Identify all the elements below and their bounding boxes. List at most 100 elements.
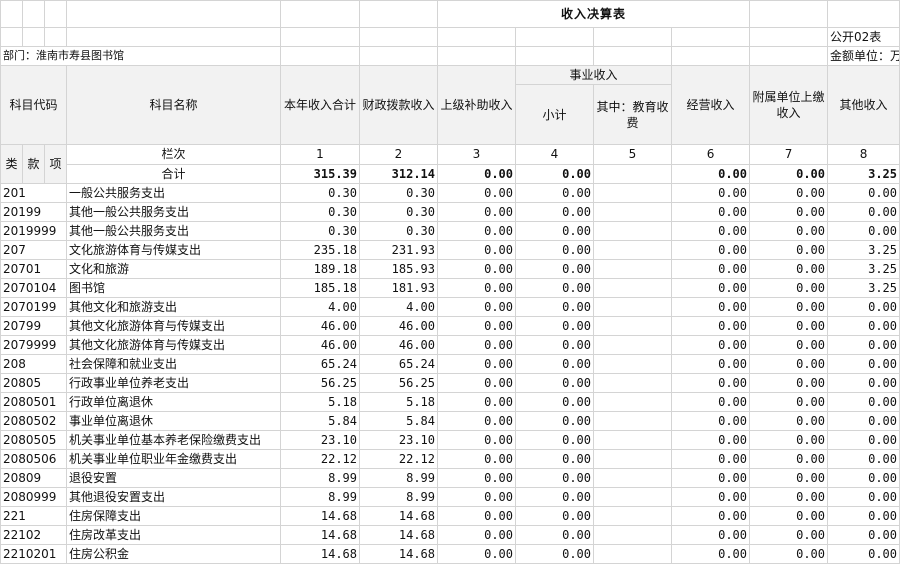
amount-cell: 0.00 xyxy=(437,506,516,526)
amount-cell: 235.18 xyxy=(280,240,360,260)
amount-cell: 0.00 xyxy=(749,202,829,222)
amount-cell: 0.00 xyxy=(827,506,900,526)
table-title: 收入决算表 xyxy=(436,0,751,28)
amount-cell: 5.18 xyxy=(359,392,438,412)
col-num-1: 1 xyxy=(280,144,360,165)
amount-cell: 0.00 xyxy=(437,221,516,241)
header-total: 本年收入合计 xyxy=(280,65,360,145)
amount-cell: 231.93 xyxy=(359,240,438,260)
amount-cell xyxy=(593,202,672,222)
subject-code: 2080999 xyxy=(0,487,67,507)
table-row: 2080506 机关事业单位职业年金缴费支出 22.12 22.12 0.00 0.00 0… xyxy=(0,449,900,469)
amount-cell: 14.68 xyxy=(280,544,360,564)
subject-code: 2210201 xyxy=(0,544,67,564)
amount-cell: 0.00 xyxy=(749,430,829,450)
subject-name: 一般公共服务支出 xyxy=(66,183,281,203)
amount-cell: 0.00 xyxy=(437,468,516,488)
table-row: 20809 退役安置 8.99 8.99 0.00 0.00 0.00 0.00 0.00 xyxy=(0,468,900,488)
amount-cell xyxy=(593,392,672,412)
amount-cell: 14.68 xyxy=(280,506,360,526)
subject-code: 2079999 xyxy=(0,335,67,355)
col-num-6: 6 xyxy=(670,144,751,165)
amount-cell xyxy=(593,487,672,507)
subject-code: 2080505 xyxy=(0,430,67,450)
amount-cell: 0.00 xyxy=(827,544,900,564)
amount-cell xyxy=(593,411,672,431)
col-num-7: 7 xyxy=(749,144,829,165)
amount-cell xyxy=(593,449,672,469)
amount-cell: 0.00 xyxy=(670,278,751,298)
table-row: 20805 行政事业单位养老支出 56.25 56.25 0.00 0.00 0.00 0.0… xyxy=(0,373,900,393)
amount-cell: 0.00 xyxy=(749,316,829,336)
amount-cell: 23.10 xyxy=(280,430,360,450)
amount-cell: 14.68 xyxy=(359,506,438,526)
amount-cell: 3.25 xyxy=(827,240,900,260)
amount-cell: 14.68 xyxy=(359,525,438,545)
header-affiliated: 附属单位上缴收入 xyxy=(749,65,829,145)
amount-cell: 0.00 xyxy=(827,468,900,488)
amount-cell: 0.00 xyxy=(827,430,900,450)
subject-code: 22102 xyxy=(0,525,67,545)
table-row: 22102 住房改革支出 14.68 14.68 0.00 0.00 0.00 0.00 0.0… xyxy=(0,525,900,545)
amount-cell xyxy=(593,183,672,203)
amount-cell: 0.30 xyxy=(280,221,360,241)
amount-cell: 0.00 xyxy=(515,468,594,488)
amount-cell: 0.00 xyxy=(437,278,516,298)
amount-cell: 0.30 xyxy=(359,202,438,222)
col-num-2: 2 xyxy=(359,144,438,165)
total-cell: 0.00 xyxy=(437,163,516,184)
amount-cell: 0.00 xyxy=(670,411,751,431)
amount-cell: 0.00 xyxy=(827,316,900,336)
header-fiscal: 财政拨款收入 xyxy=(359,65,438,145)
amount-cell: 189.18 xyxy=(280,259,360,279)
subject-code: 20199 xyxy=(0,202,67,222)
column-row-label: 栏次 xyxy=(66,144,281,165)
amount-cell: 0.00 xyxy=(515,506,594,526)
total-cell xyxy=(593,163,672,184)
amount-cell: 5.18 xyxy=(280,392,360,412)
amount-cell: 0.00 xyxy=(670,316,751,336)
amount-cell: 0.00 xyxy=(749,506,829,526)
amount-cell: 0.00 xyxy=(515,335,594,355)
amount-cell: 0.00 xyxy=(670,297,751,317)
table-row: 2210201 住房公积金 14.68 14.68 0.00 0.00 0.00 0.00 0.… xyxy=(0,544,900,564)
amount-cell xyxy=(593,297,672,317)
total-cell: 0.00 xyxy=(749,163,829,184)
amount-cell: 0.00 xyxy=(749,411,829,431)
header-subtotal: 小计 xyxy=(515,84,594,145)
amount-cell: 181.93 xyxy=(359,278,438,298)
amount-cell: 3.25 xyxy=(827,259,900,279)
header-lei: 类 xyxy=(0,144,23,184)
amount-cell: 0.00 xyxy=(670,240,751,260)
amount-cell: 8.99 xyxy=(280,487,360,507)
amount-cell: 0.00 xyxy=(437,259,516,279)
amount-cell xyxy=(593,335,672,355)
subject-code: 221 xyxy=(0,506,67,526)
total-cell: 312.14 xyxy=(359,163,438,184)
amount-cell xyxy=(593,544,672,564)
amount-cell: 0.00 xyxy=(749,525,829,545)
amount-cell: 0.00 xyxy=(749,259,829,279)
amount-cell: 0.00 xyxy=(827,392,900,412)
amount-cell: 4.00 xyxy=(359,297,438,317)
subject-name: 行政事业单位养老支出 xyxy=(66,373,281,393)
subject-name: 其他文化和旅游支出 xyxy=(66,297,281,317)
amount-cell: 0.00 xyxy=(670,202,751,222)
amount-cell: 0.00 xyxy=(670,183,751,203)
total-row: 合计 315.39 312.14 0.00 0.00 0.00 0.00 3.2… xyxy=(1,163,900,184)
amount-cell: 0.00 xyxy=(827,525,900,545)
amount-cell xyxy=(593,373,672,393)
amount-cell: 0.00 xyxy=(437,487,516,507)
subject-code: 2070104 xyxy=(0,278,67,298)
form-number: 公开02表 xyxy=(827,27,900,47)
amount-cell: 0.00 xyxy=(670,354,751,374)
amount-cell: 0.00 xyxy=(749,183,829,203)
amount-cell: 0.00 xyxy=(515,297,594,317)
amount-cell: 0.00 xyxy=(749,544,829,564)
amount-cell: 5.84 xyxy=(359,411,438,431)
amount-cell: 0.00 xyxy=(437,430,516,450)
amount-cell: 0.00 xyxy=(670,506,751,526)
amount-cell xyxy=(593,430,672,450)
amount-cell: 22.12 xyxy=(280,449,360,469)
amount-cell: 0.00 xyxy=(670,468,751,488)
